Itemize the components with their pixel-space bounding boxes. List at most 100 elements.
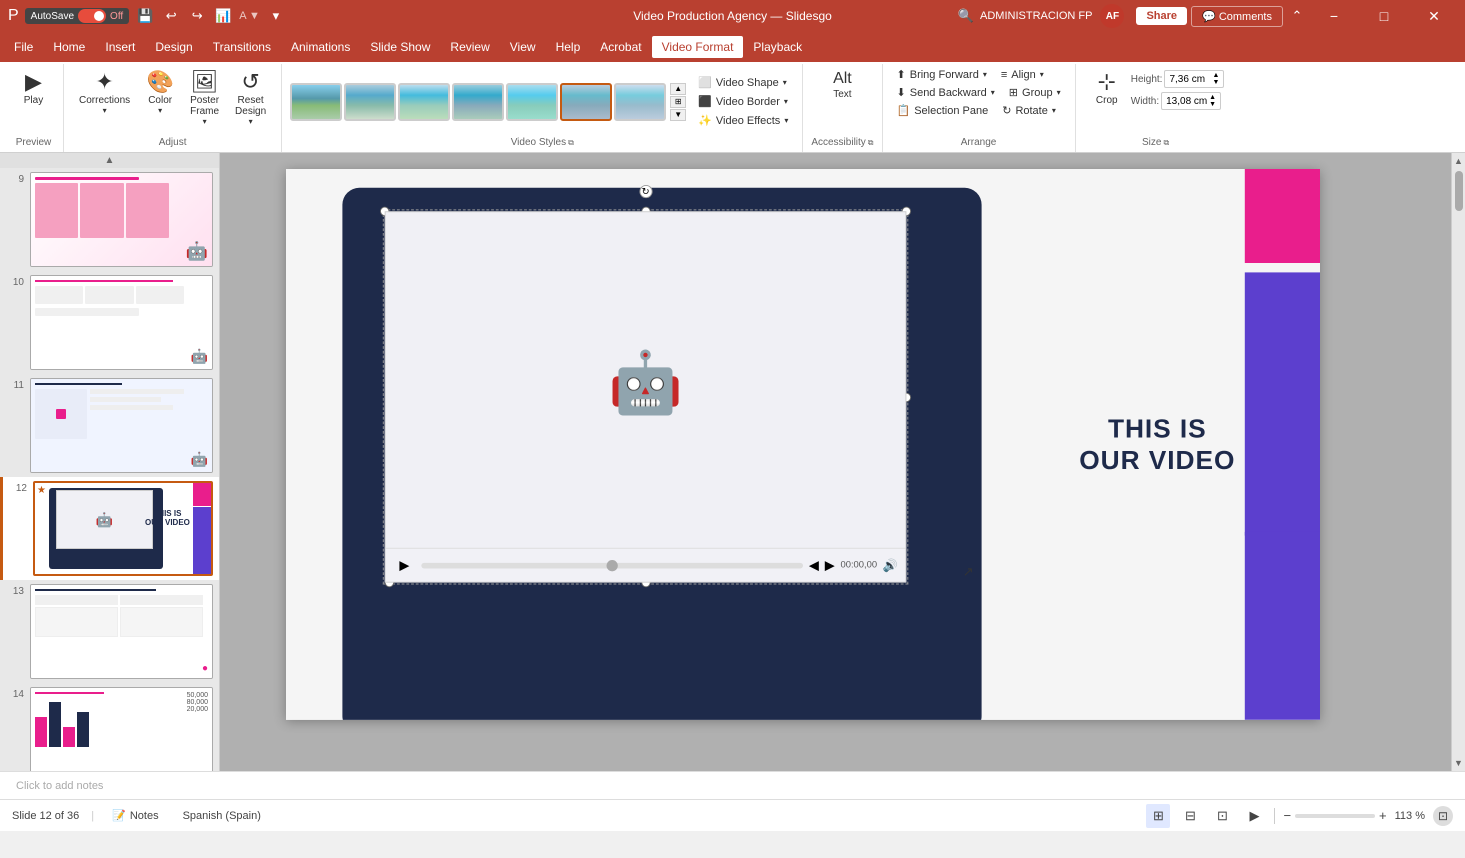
bring-forward-button[interactable]: ⬆ Bring Forward ▾ bbox=[891, 66, 993, 83]
notes-button[interactable]: 📝 Notes bbox=[106, 806, 164, 825]
reading-view-button[interactable]: ⊡ bbox=[1210, 804, 1234, 828]
video-play-button[interactable]: ▶ bbox=[393, 554, 416, 577]
notes-area[interactable]: Click to add notes bbox=[0, 771, 1465, 799]
color-button[interactable]: 🎨 Color ▾ bbox=[139, 66, 181, 120]
align-button[interactable]: ≡ Align ▾ bbox=[995, 66, 1050, 83]
autosave-toggle[interactable] bbox=[78, 9, 106, 23]
menu-home[interactable]: Home bbox=[43, 36, 95, 58]
color-dropdown[interactable]: ▾ bbox=[158, 106, 162, 115]
group-dropdown[interactable]: ▾ bbox=[1057, 88, 1061, 97]
size-expand-icon[interactable]: ⧉ bbox=[1163, 138, 1169, 148]
slide-sorter-button[interactable]: ⊟ bbox=[1178, 804, 1202, 828]
corrections-dropdown[interactable]: ▾ bbox=[103, 106, 107, 115]
prev-frame-btn[interactable]: ◀ bbox=[808, 557, 818, 573]
fit-to-window-button[interactable]: ⊡ bbox=[1433, 806, 1453, 826]
video-style-3[interactable] bbox=[398, 83, 450, 121]
video-style-5[interactable] bbox=[506, 83, 558, 121]
slide-item-12[interactable]: 12 🤖 THIS ISOUR VIDEO ★ bbox=[0, 477, 219, 580]
menu-acrobat[interactable]: Acrobat bbox=[590, 36, 651, 58]
presenter-icon[interactable]: 📊 bbox=[213, 6, 233, 26]
comments-button[interactable]: 💬 Comments bbox=[1191, 6, 1283, 27]
menu-design[interactable]: Design bbox=[145, 36, 202, 58]
height-down[interactable]: ▼ bbox=[1213, 79, 1220, 86]
language-selector[interactable]: Spanish (Spain) bbox=[177, 807, 267, 825]
video-shape-dropdown[interactable]: ▾ bbox=[783, 78, 787, 87]
zoom-in-icon[interactable]: + bbox=[1379, 808, 1387, 823]
height-input[interactable]: 7,36 cm ▲ ▼ bbox=[1164, 70, 1224, 88]
bring-forward-dropdown[interactable]: ▾ bbox=[983, 70, 987, 79]
slide-item-13[interactable]: 13 ● bbox=[0, 580, 219, 683]
rotate-dropdown[interactable]: ▾ bbox=[1052, 106, 1056, 115]
menu-view[interactable]: View bbox=[500, 36, 546, 58]
volume-button[interactable]: 🔊 bbox=[882, 558, 897, 573]
play-button[interactable]: ▶ Play bbox=[14, 66, 54, 111]
redo-icon[interactable]: ↪ bbox=[187, 6, 207, 26]
rotate-button[interactable]: ↻ Rotate ▾ bbox=[996, 102, 1062, 119]
customize-icon[interactable]: ▾ bbox=[266, 6, 286, 26]
vscroll-down[interactable]: ▼ bbox=[1453, 757, 1464, 769]
panel-scroll-up[interactable]: ▲ bbox=[0, 153, 219, 168]
selection-pane-button[interactable]: 📋 Selection Pane bbox=[891, 102, 995, 119]
video-progress-thumb[interactable] bbox=[606, 560, 617, 571]
video-style-2[interactable] bbox=[344, 83, 396, 121]
send-backward-dropdown[interactable]: ▾ bbox=[991, 88, 995, 97]
slide-item-14[interactable]: 14 50,00080,00020,000 bbox=[0, 683, 219, 771]
video-style-1[interactable] bbox=[290, 83, 342, 121]
style-scroll-expand[interactable]: ⊞ bbox=[670, 96, 686, 108]
maximize-button[interactable]: □ bbox=[1361, 0, 1407, 32]
video-style-6[interactable] bbox=[560, 83, 612, 121]
ribbon-collapse-icon[interactable]: ⌃ bbox=[1287, 6, 1307, 26]
menu-insert[interactable]: Insert bbox=[95, 36, 145, 58]
save-icon[interactable]: 💾 bbox=[135, 6, 155, 26]
slide-item-10[interactable]: 10 🤖 bbox=[0, 271, 219, 374]
accessibility-expand-icon[interactable]: ⧉ bbox=[868, 138, 874, 148]
video-effects-dropdown[interactable]: ▾ bbox=[784, 116, 788, 125]
slide-item-9[interactable]: 9 🤖 bbox=[0, 168, 219, 271]
poster-frame-button[interactable]: 🖼 Poster Frame ▾ bbox=[183, 66, 226, 131]
width-input[interactable]: 13,08 cm ▲ ▼ bbox=[1161, 92, 1221, 110]
crop-button[interactable]: ⊹ Crop bbox=[1087, 66, 1127, 111]
slideshow-view-button[interactable]: ▶ bbox=[1242, 804, 1266, 828]
video-style-7[interactable] bbox=[614, 83, 666, 121]
zoom-out-icon[interactable]: − bbox=[1283, 808, 1291, 823]
group-button[interactable]: ⊞ Group ▾ bbox=[1003, 84, 1067, 101]
align-dropdown[interactable]: ▾ bbox=[1040, 70, 1044, 79]
width-up[interactable]: ▲ bbox=[1209, 94, 1216, 101]
menu-help[interactable]: Help bbox=[546, 36, 591, 58]
corrections-button[interactable]: ✦ Corrections ▾ bbox=[72, 66, 137, 120]
menu-transitions[interactable]: Transitions bbox=[203, 36, 281, 58]
menu-playback[interactable]: Playback bbox=[743, 36, 812, 58]
menu-review[interactable]: Review bbox=[440, 36, 499, 58]
share-button[interactable]: Share bbox=[1136, 7, 1187, 25]
height-up[interactable]: ▲ bbox=[1213, 72, 1220, 79]
video-effects-button[interactable]: ✨ Video Effects ▾ bbox=[692, 112, 794, 129]
zoom-slider[interactable] bbox=[1295, 814, 1375, 818]
next-frame-btn[interactable]: ▶ bbox=[824, 557, 834, 573]
style-scroll-up[interactable]: ▲ bbox=[670, 83, 686, 95]
slide-item-11[interactable]: 11 🤖 bbox=[0, 374, 219, 477]
minimize-button[interactable]: − bbox=[1311, 0, 1357, 32]
poster-dropdown[interactable]: ▾ bbox=[203, 117, 207, 126]
normal-view-button[interactable]: ⊞ bbox=[1146, 804, 1170, 828]
video-styles-expand-icon[interactable]: ⧉ bbox=[568, 138, 574, 148]
video-progress-bar[interactable] bbox=[421, 562, 803, 568]
menu-video-format[interactable]: Video Format bbox=[652, 36, 744, 58]
reset-design-button[interactable]: ↺ Reset Design ▾ bbox=[228, 66, 273, 131]
menu-animations[interactable]: Animations bbox=[281, 36, 360, 58]
width-down[interactable]: ▼ bbox=[1209, 101, 1216, 108]
video-element[interactable]: ↻ 🤖 ▶ bbox=[384, 211, 906, 582]
menu-file[interactable]: File bbox=[4, 36, 43, 58]
alt-text-button[interactable]: Alt Text bbox=[822, 66, 862, 105]
video-border-button[interactable]: ⬛ Video Border ▾ bbox=[692, 93, 794, 110]
vscroll-thumb[interactable] bbox=[1455, 171, 1463, 211]
video-shape-button[interactable]: ⬜ Video Shape ▾ bbox=[692, 74, 794, 91]
rotate-handle[interactable]: ↻ bbox=[638, 185, 651, 198]
menu-slideshow[interactable]: Slide Show bbox=[360, 36, 440, 58]
video-style-4[interactable] bbox=[452, 83, 504, 121]
video-border-dropdown[interactable]: ▾ bbox=[784, 97, 788, 106]
close-button[interactable]: ✕ bbox=[1411, 0, 1457, 32]
search-icon[interactable]: 🔍 bbox=[956, 6, 976, 26]
style-scroll-down[interactable]: ▼ bbox=[670, 109, 686, 121]
vscroll-up[interactable]: ▲ bbox=[1453, 155, 1464, 167]
send-backward-button[interactable]: ⬇ Send Backward ▾ bbox=[891, 84, 1001, 101]
